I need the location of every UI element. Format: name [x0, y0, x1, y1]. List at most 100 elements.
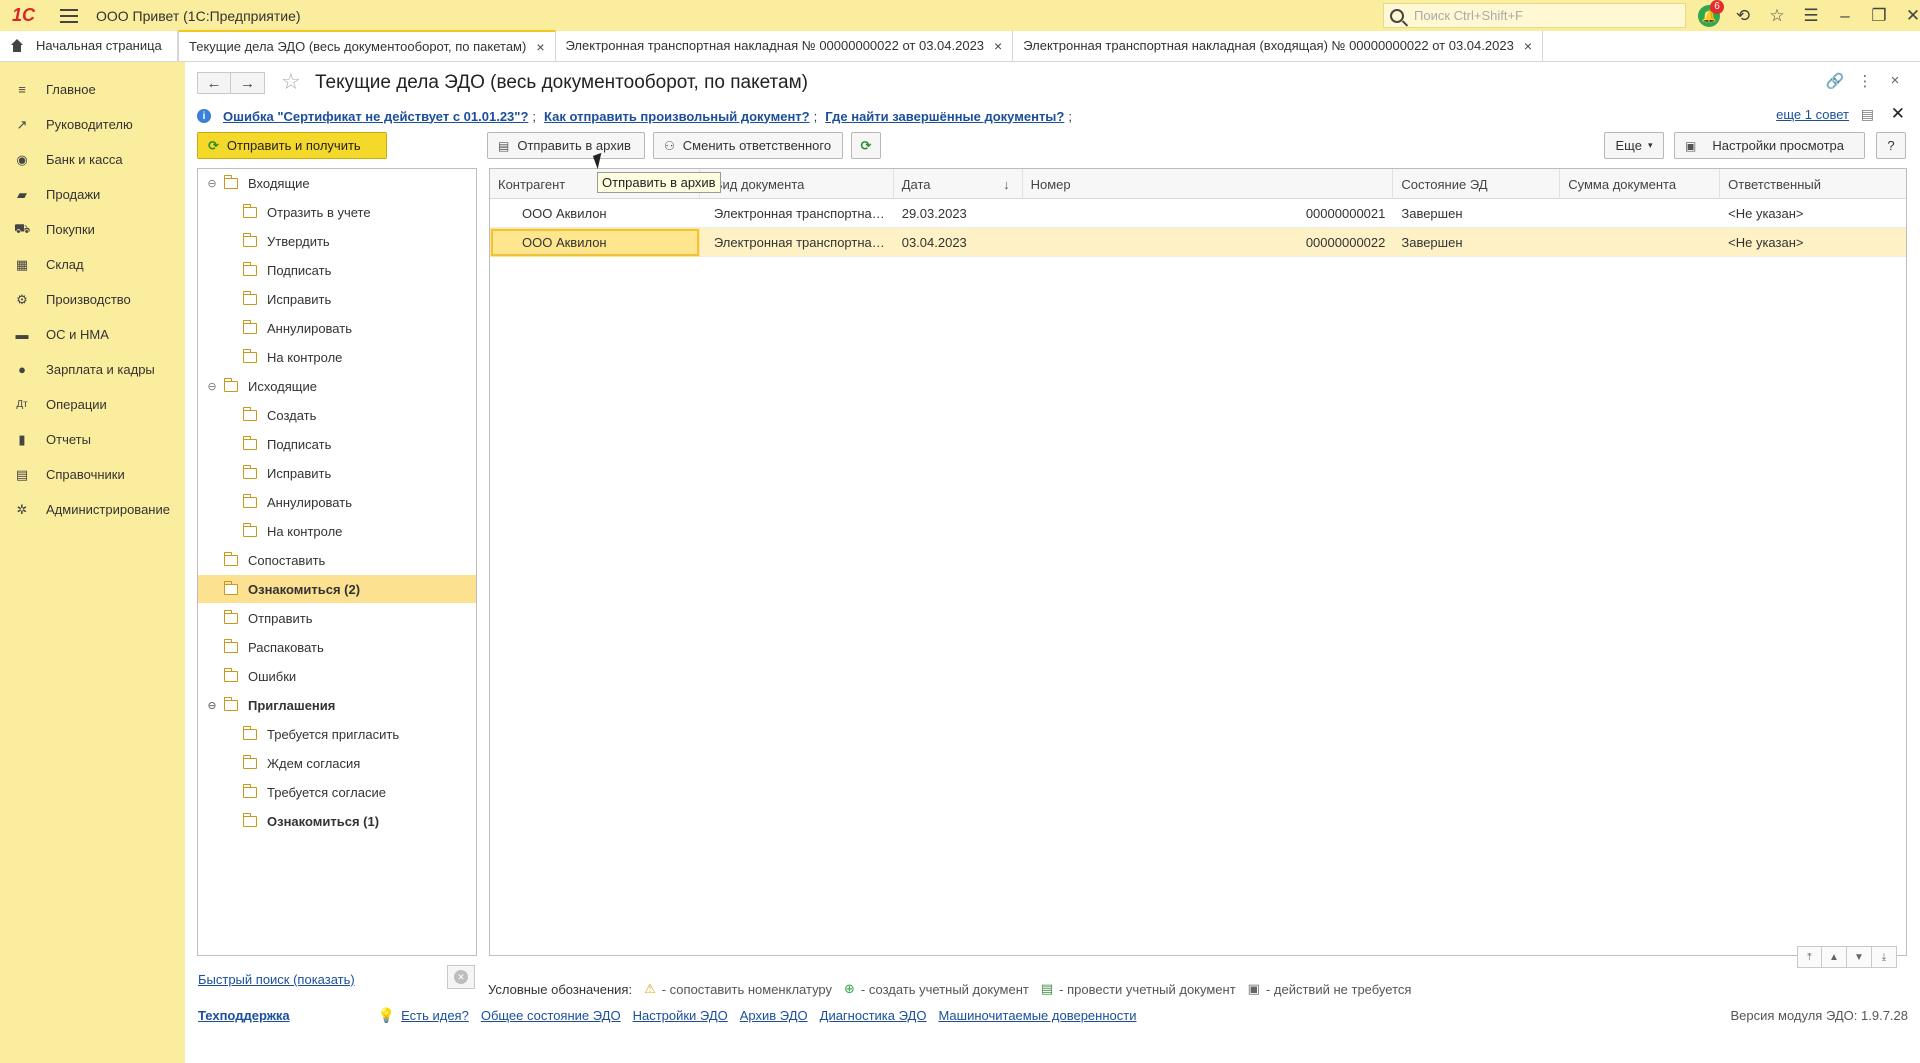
close-tips-icon[interactable]: ✕: [1891, 104, 1905, 124]
column-header-date[interactable]: Дата ↓: [894, 169, 1023, 199]
collapse-icon[interactable]: ⊖: [206, 699, 218, 712]
tree-item-errors[interactable]: Ошибки: [198, 662, 476, 690]
tab-transport-invoice-incoming[interactable]: Электронная транспортная накладная (вход…: [1013, 30, 1543, 61]
help-button[interactable]: ?: [1876, 132, 1906, 159]
section-bank[interactable]: ◉ Банк и касса: [0, 142, 185, 177]
tree-item-sign[interactable]: Подписать: [198, 256, 476, 284]
coin-icon: ◉: [16, 151, 28, 167]
section-catalogs[interactable]: ▤ Справочники: [0, 457, 185, 492]
section-main[interactable]: ≡ Главное: [0, 72, 185, 107]
tree-item-fix-out[interactable]: Исправить: [198, 459, 476, 487]
section-manager[interactable]: ↗ Руководителю: [0, 107, 185, 142]
tab-edo-tasks[interactable]: Текущие дела ЭДО (весь документооборот, …: [178, 30, 556, 61]
tree-item-sign-out[interactable]: Подписать: [198, 430, 476, 458]
tree-item-need-invite[interactable]: Требуется пригласить: [198, 720, 476, 748]
restore-icon[interactable]: ❐: [1862, 0, 1896, 31]
link-icon[interactable]: 🔗: [1820, 72, 1850, 90]
global-search[interactable]: [1383, 3, 1686, 28]
change-responsible-button[interactable]: ⚇ Сменить ответственного: [653, 132, 843, 159]
tree-item-cancel-out[interactable]: Аннулировать: [198, 488, 476, 516]
scroll-up-icon[interactable]: ▲: [1822, 946, 1847, 968]
machine-readable-poa-link[interactable]: Машиночитаемые доверенности: [938, 1008, 1136, 1023]
tree-item-control-out[interactable]: На контроле: [198, 517, 476, 545]
tree-item-control[interactable]: На контроле: [198, 343, 476, 371]
minimize-icon[interactable]: –: [1828, 0, 1862, 31]
column-header-status[interactable]: Состояние ЭД: [1393, 169, 1561, 199]
column-header-amount[interactable]: Сумма документа: [1560, 169, 1721, 199]
tab-close-icon[interactable]: ×: [994, 38, 1002, 54]
section-admin[interactable]: ✲ Администрирование: [0, 492, 185, 527]
back-button[interactable]: ←: [197, 72, 231, 94]
section-salary[interactable]: ● Зарплата и кадры: [0, 352, 185, 387]
send-receive-button[interactable]: ⟳ Отправить и получить: [197, 132, 387, 159]
section-production[interactable]: ⚙ Производство: [0, 282, 185, 317]
section-sales[interactable]: ▰ Продажи: [0, 177, 185, 212]
tree-item-send[interactable]: Отправить: [198, 604, 476, 632]
scroll-down-icon[interactable]: ▼: [1847, 946, 1872, 968]
more-button[interactable]: Еще ▾: [1604, 132, 1664, 159]
tip-link-send-document[interactable]: Как отправить произвольный документ?: [544, 109, 810, 124]
tree-item-review[interactable]: Ознакомиться (2): [198, 575, 476, 603]
tree-item-incoming[interactable]: ⊖ Входящие: [198, 169, 476, 197]
view-settings-button[interactable]: ▣ Настройки просмотра: [1674, 132, 1865, 159]
edo-diagnostics-link[interactable]: Диагностика ЭДО: [820, 1008, 927, 1023]
tree-item-match[interactable]: Сопоставить: [198, 546, 476, 574]
section-purchases[interactable]: ⛟ Покупки: [0, 212, 185, 247]
tree-item-outgoing[interactable]: ⊖ Исходящие: [198, 372, 476, 400]
refresh-button[interactable]: ⟳: [851, 132, 881, 159]
table-row[interactable]: ООО Аквилон Электронная транспортная нак…: [490, 199, 1906, 228]
section-operations[interactable]: Дт Операции: [0, 387, 185, 422]
more-vertical-icon[interactable]: ⋮: [1850, 72, 1880, 90]
forward-button[interactable]: →: [231, 72, 265, 94]
cell-date: 03.04.2023: [901, 235, 967, 250]
tree-item-create[interactable]: Создать: [198, 401, 476, 429]
close-form-icon[interactable]: ×: [1880, 72, 1910, 90]
tree-item-invitations[interactable]: ⊖ Приглашения: [198, 691, 476, 719]
tree-item-approve[interactable]: Утвердить: [198, 227, 476, 255]
tab-close-icon[interactable]: ×: [1524, 38, 1532, 54]
close-window-icon[interactable]: ✕: [1896, 0, 1920, 31]
scroll-bottom-icon[interactable]: ⤓: [1872, 946, 1897, 968]
edo-archive-link[interactable]: Архив ЭДО: [740, 1008, 808, 1023]
support-link[interactable]: Техподдержка: [198, 1008, 290, 1023]
archive-button[interactable]: ▤ Отправить в архив: [487, 132, 645, 159]
collapse-icon[interactable]: ⊖: [206, 177, 218, 190]
settings-menu-icon[interactable]: ☰: [1794, 0, 1828, 31]
idea-link[interactable]: Есть идея?: [401, 1008, 469, 1023]
tab-close-icon[interactable]: ×: [536, 39, 544, 55]
document-icon[interactable]: ▤: [1861, 106, 1874, 123]
clear-search-button[interactable]: ✕: [447, 965, 475, 989]
legend-text: - провести учетный документ: [1059, 981, 1236, 997]
column-header-doc-type[interactable]: Вид документа: [700, 169, 894, 199]
tab-home[interactable]: Начальная страница: [0, 30, 178, 61]
scroll-top-icon[interactable]: ⤒: [1797, 946, 1822, 968]
tip-link-find-completed[interactable]: Где найти завершённые документы?: [825, 109, 1064, 124]
tree-item-unpack[interactable]: Распаковать: [198, 633, 476, 661]
notifications-button[interactable]: 🔔 6: [1692, 0, 1726, 31]
tree-item-cancel[interactable]: Аннулировать: [198, 314, 476, 342]
info-icon: i: [197, 109, 211, 123]
favorite-star-icon[interactable]: ☆: [281, 69, 301, 95]
tab-transport-invoice[interactable]: Электронная транспортная накладная № 000…: [556, 30, 1014, 61]
tree-item-waiting-consent[interactable]: Ждем согласия: [198, 749, 476, 777]
collapse-icon[interactable]: ⊖: [206, 380, 218, 393]
column-header-responsible[interactable]: Ответственный: [1720, 169, 1906, 199]
column-header-number[interactable]: Номер: [1023, 169, 1394, 199]
tip-link-certificate[interactable]: Ошибка "Сертификат не действует с 01.01.…: [223, 109, 528, 124]
tree-item-reflect[interactable]: Отразить в учете: [198, 198, 476, 226]
tree-item-need-consent[interactable]: Требуется согласие: [198, 778, 476, 806]
section-warehouse[interactable]: ▦ Склад: [0, 247, 185, 282]
tree-item-fix[interactable]: Исправить: [198, 285, 476, 313]
edo-settings-link[interactable]: Настройки ЭДО: [633, 1008, 728, 1023]
tree-item-review-invites[interactable]: Ознакомиться (1): [198, 807, 476, 835]
menu-icon[interactable]: [60, 8, 78, 23]
quick-search-link[interactable]: Быстрый поиск (показать): [198, 972, 355, 987]
search-input[interactable]: [1414, 8, 1674, 23]
favorites-icon[interactable]: ☆: [1760, 0, 1794, 31]
history-icon[interactable]: ⟲: [1726, 0, 1760, 31]
section-reports[interactable]: ▮ Отчеты: [0, 422, 185, 457]
more-tips-link[interactable]: еще 1 совет: [1776, 107, 1849, 122]
edo-status-link[interactable]: Общее состояние ЭДО: [481, 1008, 621, 1023]
section-assets[interactable]: ▬ ОС и НМА: [0, 317, 185, 352]
table-row-selected[interactable]: ООО Аквилон Электронная транспортная нак…: [490, 228, 1906, 257]
